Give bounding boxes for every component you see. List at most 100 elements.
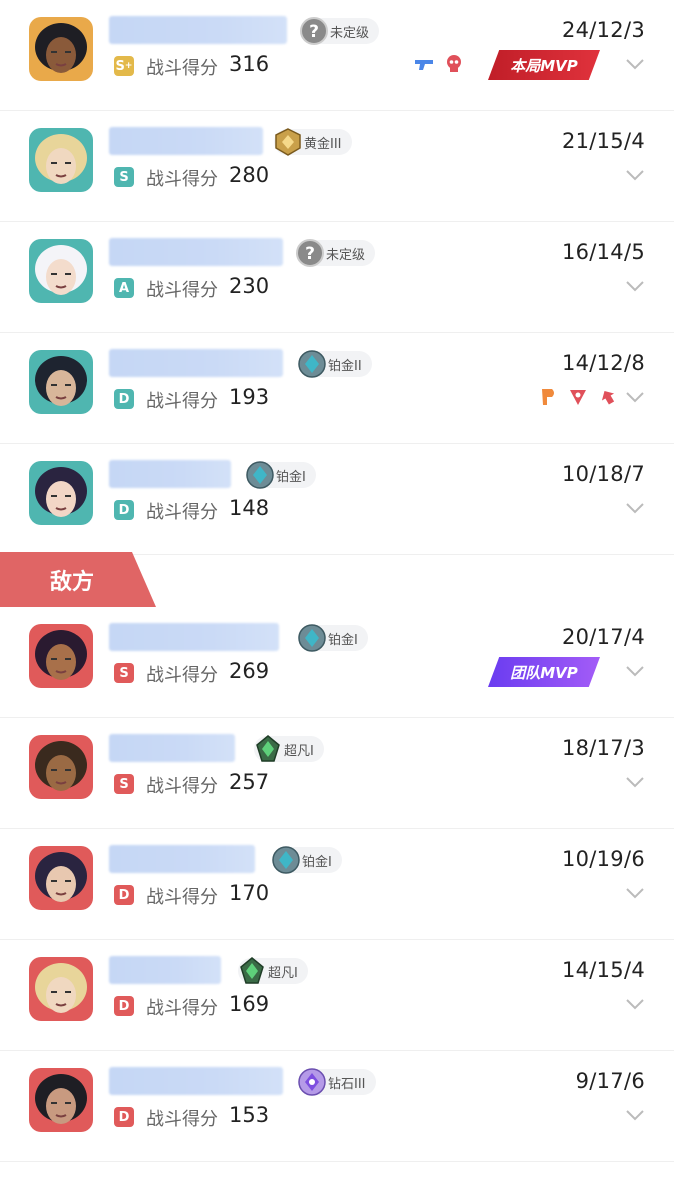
chevron-down-icon[interactable] — [626, 998, 644, 1010]
score-label: 战斗得分 — [146, 1109, 218, 1130]
player-row[interactable]: 铂金I D 战斗得分 170 10/19/6 — [0, 829, 674, 940]
ascendant-rank-icon — [252, 733, 284, 765]
combat-score: 257 — [229, 770, 270, 794]
chevron-down-icon[interactable] — [626, 280, 644, 292]
rank-label: 超凡I — [268, 965, 298, 981]
combat-score: 316 — [229, 52, 270, 76]
player-row[interactable]: ? 未定级 S + 战斗得分 316 24/12/3 本局MVP — [0, 0, 674, 111]
chevron-down-icon[interactable] — [626, 887, 644, 899]
diamond-rank-icon — [296, 1066, 328, 1098]
rank-label: 未定级 — [330, 25, 370, 41]
platinum-rank-icon — [296, 348, 328, 380]
player-row[interactable]: 黄金III S 战斗得分 280 21/15/4 — [0, 111, 674, 222]
svg-text:?: ? — [305, 244, 315, 264]
combat-score: 230 — [229, 274, 270, 298]
skull-icon — [447, 55, 461, 72]
kda-value: 24/12/3 — [561, 18, 645, 42]
kda-value: 16/14/5 — [561, 240, 645, 264]
grade-letter: D — [118, 998, 130, 1014]
player-name-blurred — [109, 460, 231, 488]
rank-label: 未定级 — [326, 247, 366, 263]
player-name-blurred — [109, 956, 221, 984]
player-row[interactable]: 铂金II D 战斗得分 193 14/12/8 — [0, 333, 674, 444]
grade-badge: S — [114, 167, 134, 187]
score-label: 战斗得分 — [146, 998, 218, 1019]
score-label: 战斗得分 — [146, 58, 218, 79]
rank-badge: 铂金I — [272, 846, 342, 874]
enemy-section-label: 敌方 — [50, 569, 95, 595]
question-icon: ? — [298, 15, 330, 47]
grade-badge: S — [114, 774, 134, 794]
score-label: 战斗得分 — [146, 391, 218, 412]
grade-badge: S — [114, 663, 134, 683]
rank-badge: 黄金III — [274, 128, 352, 156]
kda-value: 21/15/4 — [561, 129, 645, 153]
grade-letter: S — [119, 169, 129, 185]
chevron-down-icon[interactable] — [626, 502, 644, 514]
gun-icon — [415, 60, 433, 70]
rank-label: 铂金I — [328, 632, 358, 648]
player-name-blurred — [109, 1067, 283, 1095]
chevron-down-icon[interactable] — [626, 665, 644, 677]
player-name-blurred — [109, 734, 235, 762]
triangle-icon — [570, 390, 586, 405]
mvp-label: 团队MVP — [510, 663, 578, 682]
player-row[interactable]: 超凡I D 战斗得分 169 14/15/4 — [0, 940, 674, 1051]
rank-badge: 铂金I — [298, 624, 368, 652]
chevron-down-icon[interactable] — [626, 1109, 644, 1121]
player-row[interactable]: 铂金I D 战斗得分 148 10/18/7 — [0, 444, 674, 555]
grade-badge: D — [114, 1107, 134, 1127]
kda-value: 10/18/7 — [561, 462, 645, 486]
svg-text:?: ? — [309, 22, 319, 42]
score-label: 战斗得分 — [146, 887, 218, 908]
player-row[interactable]: 超凡I S 战斗得分 257 18/17/3 — [0, 718, 674, 829]
arrow-icon — [601, 390, 615, 405]
chevron-down-icon[interactable] — [626, 58, 644, 70]
kda-value: 14/12/8 — [561, 351, 645, 375]
player-name-blurred — [109, 845, 255, 873]
platinum-rank-icon — [244, 459, 276, 491]
agent-avatar — [29, 846, 93, 910]
chevron-down-icon[interactable] — [626, 391, 644, 403]
player-row[interactable]: 铂金I S 战斗得分 269 20/17/4 团队MVP — [0, 607, 674, 718]
rank-label: 铂金I — [302, 854, 332, 870]
rank-label: 铂金I — [276, 469, 306, 485]
question-icon: ? — [294, 237, 326, 269]
agent-avatar — [29, 17, 93, 81]
score-label: 战斗得分 — [146, 502, 218, 523]
score-label: 战斗得分 — [146, 280, 218, 301]
chevron-down-icon[interactable] — [626, 169, 644, 181]
chevron-down-icon[interactable] — [626, 776, 644, 788]
flag-icon — [542, 389, 554, 405]
rank-label: 铂金II — [328, 358, 362, 374]
agent-avatar — [29, 957, 93, 1021]
grade-letter: S — [119, 776, 129, 792]
rank-badge: 铂金I — [244, 459, 316, 491]
ascendant-rank-icon — [236, 955, 268, 987]
combat-score: 170 — [229, 881, 270, 905]
grade-badge: A — [114, 278, 134, 298]
combat-score: 193 — [229, 385, 270, 409]
player-name-blurred — [109, 127, 263, 155]
kda-value: 9/17/6 — [575, 1069, 645, 1093]
rank-label: 超凡I — [284, 743, 314, 759]
score-label: 战斗得分 — [146, 169, 218, 190]
player-row[interactable]: 钻石III D 战斗得分 153 9/17/6 — [0, 1051, 674, 1162]
kda-value: 18/17/3 — [561, 736, 645, 760]
grade-badge: D — [114, 389, 134, 409]
grade-badge: D — [114, 500, 134, 520]
combat-score: 169 — [229, 992, 270, 1016]
rank-badge: 超凡I — [236, 955, 308, 987]
player-name-blurred — [109, 623, 279, 651]
agent-avatar — [29, 735, 93, 799]
score-label: 战斗得分 — [146, 776, 218, 797]
combat-score: 148 — [229, 496, 270, 520]
agent-avatar — [29, 461, 93, 525]
score-label: 战斗得分 — [146, 665, 218, 686]
agent-avatar — [29, 128, 93, 192]
rank-badge: 铂金II — [296, 348, 372, 380]
agent-avatar — [29, 624, 93, 688]
grade-letter: S — [115, 58, 125, 74]
grade-letter: S — [119, 665, 129, 681]
player-row[interactable]: ? 未定级 A 战斗得分 230 16/14/5 — [0, 222, 674, 333]
